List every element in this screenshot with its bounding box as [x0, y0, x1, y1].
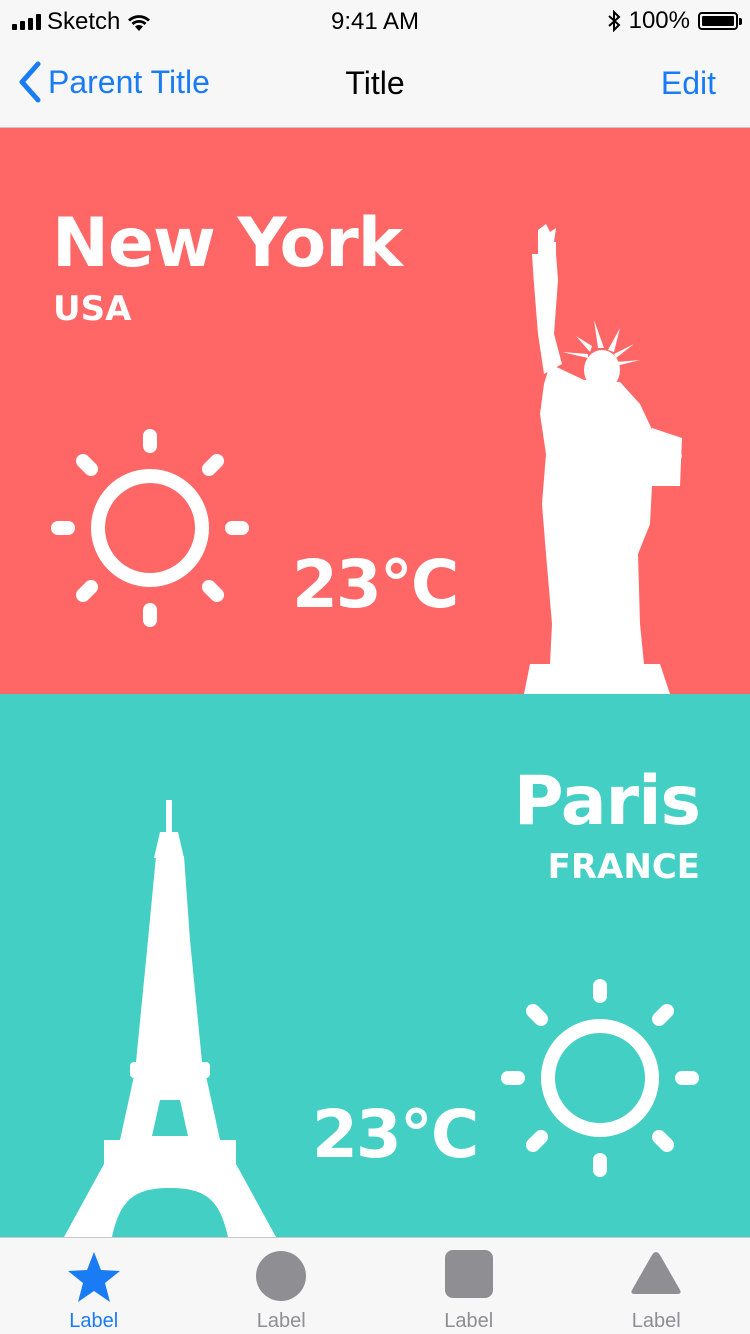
status-bar: Sketch 9:41 AM 100% — [0, 0, 750, 40]
star-icon — [67, 1252, 120, 1302]
temperature: 23°C — [292, 546, 459, 623]
city-card-new-york[interactable]: New York USA 23°C — [0, 128, 750, 694]
tab-triangle[interactable]: Label — [563, 1238, 750, 1334]
status-right-group: 100% — [607, 7, 742, 35]
tab-label: Label — [444, 1310, 494, 1332]
bluetooth-icon — [607, 10, 621, 32]
edit-button[interactable]: Edit — [661, 65, 716, 102]
tab-bar: Label Label Label Label — [0, 1237, 750, 1334]
square-icon — [444, 1250, 493, 1298]
city-country: FRANCE — [547, 847, 700, 887]
tab-star[interactable]: Label — [0, 1238, 188, 1334]
navigation-bar: Parent Title Title Edit — [0, 40, 750, 128]
tab-label: Label — [631, 1310, 681, 1332]
triangle-icon — [631, 1252, 681, 1294]
battery-percent: 100% — [628, 7, 690, 34]
city-card-paris[interactable]: Paris FRANCE 23°C — [0, 694, 750, 1237]
nav-title: Title — [345, 65, 405, 101]
sun-icon — [501, 979, 699, 1177]
tab-label: Label — [69, 1310, 119, 1332]
tab-square[interactable]: Label — [375, 1238, 563, 1334]
sun-icon — [51, 429, 249, 627]
circle-icon — [256, 1251, 307, 1301]
city-country: USA — [53, 289, 132, 329]
city-name: New York — [52, 204, 403, 283]
tab-circle[interactable]: Label — [188, 1238, 376, 1334]
tab-label: Label — [256, 1310, 306, 1332]
city-name: Paris — [513, 762, 701, 841]
battery-icon — [698, 12, 742, 30]
eiffel-tower-icon — [64, 800, 276, 1237]
temperature: 23°C — [312, 1096, 479, 1173]
statue-of-liberty-icon — [524, 224, 682, 694]
